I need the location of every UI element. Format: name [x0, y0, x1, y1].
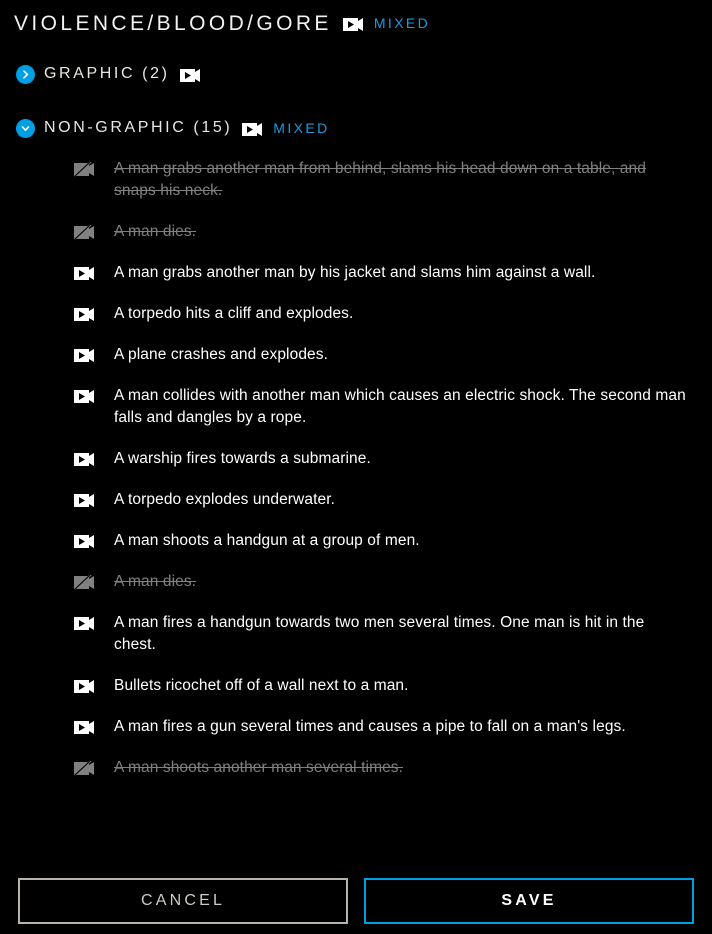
video-off-icon[interactable]	[74, 225, 95, 240]
video-off-icon[interactable]	[74, 162, 95, 177]
list-item-text: Bullets ricochet off of a wall next to a…	[114, 677, 409, 694]
save-button[interactable]: SAVE	[364, 878, 694, 924]
section-header-non-graphic[interactable]: NON-GRAPHIC (15) MIXED	[0, 114, 712, 142]
list-item[interactable]: A man collides with another man which ca…	[0, 385, 712, 429]
video-off-icon[interactable]	[74, 575, 95, 590]
video-icon[interactable]	[74, 452, 95, 467]
list-item-text: A man grabs another man from behind, sla…	[114, 160, 646, 199]
list-item-text: A torpedo hits a cliff and explodes.	[114, 305, 354, 322]
list-item[interactable]: A man grabs another man by his jacket an…	[0, 262, 712, 284]
list-item-text: A man shoots another man several times.	[114, 759, 404, 776]
video-icon[interactable]	[74, 389, 95, 404]
chevron-right-icon[interactable]	[16, 64, 35, 84]
video-icon[interactable]	[74, 266, 95, 281]
list-item-text: A warship fires towards a submarine.	[114, 450, 371, 467]
video-icon	[342, 17, 364, 32]
list-item[interactable]: A torpedo explodes underwater.	[0, 489, 712, 511]
list-item[interactable]: A man dies.	[0, 571, 712, 593]
list-item[interactable]: A man shoots another man several times.	[0, 757, 712, 779]
action-bar: CANCEL SAVE	[0, 878, 712, 926]
section-header-graphic[interactable]: GRAPHIC (2)	[0, 60, 712, 88]
list-item[interactable]: A torpedo hits a cliff and explodes.	[0, 303, 712, 325]
page-title: VIOLENCE/BLOOD/GORE	[14, 11, 332, 35]
video-icon	[242, 122, 263, 137]
list-item[interactable]: A man dies.	[0, 221, 712, 243]
list-item[interactable]: A plane crashes and explodes.	[0, 344, 712, 366]
list-item-text: A man fires a handgun towards two men se…	[114, 614, 645, 653]
chevron-down-icon[interactable]	[16, 118, 35, 138]
status-badge: MIXED	[273, 120, 330, 136]
list-item-text: A man grabs another man by his jacket an…	[114, 264, 596, 281]
list-item-text: A torpedo explodes underwater.	[114, 491, 336, 508]
section-label-non-graphic: NON-GRAPHIC (15)	[44, 119, 233, 136]
video-icon	[179, 68, 201, 83]
list-item-text: A man fires a gun several times and caus…	[114, 718, 626, 735]
list-item[interactable]: A man fires a gun several times and caus…	[0, 716, 712, 738]
list-item[interactable]: A warship fires towards a submarine.	[0, 448, 712, 470]
list-item[interactable]: A man grabs another man from behind, sla…	[0, 158, 712, 202]
video-icon[interactable]	[74, 679, 95, 694]
status-badge: MIXED	[373, 15, 431, 31]
video-icon[interactable]	[74, 720, 95, 735]
video-icon[interactable]	[74, 534, 95, 549]
list-item[interactable]: A man fires a handgun towards two men se…	[0, 612, 712, 656]
advisory-item-list: A man grabs another man from behind, sla…	[0, 158, 712, 779]
cancel-button[interactable]: CANCEL	[18, 878, 348, 924]
list-item[interactable]: A man shoots a handgun at a group of men…	[0, 530, 712, 552]
list-item-text: A plane crashes and explodes.	[114, 346, 329, 363]
video-icon[interactable]	[74, 348, 95, 363]
video-icon[interactable]	[74, 307, 95, 322]
video-icon[interactable]	[74, 616, 95, 631]
video-icon[interactable]	[74, 493, 95, 508]
list-item[interactable]: Bullets ricochet off of a wall next to a…	[0, 675, 712, 697]
video-off-icon[interactable]	[74, 761, 95, 776]
page-title-row: VIOLENCE/BLOOD/GORE MIXED	[0, 0, 712, 38]
section-label-graphic: GRAPHIC (2)	[44, 65, 170, 82]
list-item-text: A man shoots a handgun at a group of men…	[114, 532, 420, 549]
scroll-content[interactable]: VIOLENCE/BLOOD/GORE MIXED GRAPHIC (2) NO…	[0, 0, 712, 934]
list-item-text: A man collides with another man which ca…	[114, 387, 686, 426]
